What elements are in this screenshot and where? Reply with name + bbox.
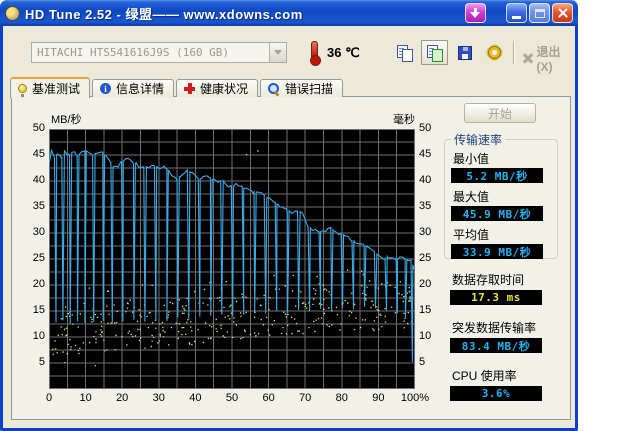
copy-image-icon xyxy=(427,45,443,62)
left-axis-tick: 10 xyxy=(32,330,45,342)
close-button[interactable] xyxy=(552,3,573,23)
copy-button[interactable] xyxy=(391,40,418,65)
stat-label: 最小值 xyxy=(453,152,490,166)
drive-select-dropdown-button[interactable] xyxy=(269,43,286,62)
temperature-value: 36 ℃ xyxy=(327,45,360,60)
stat-readout: 83.4 MB/秒 xyxy=(450,338,542,353)
x-axis-tick: 60 xyxy=(262,392,275,404)
left-axis-tick: 30 xyxy=(32,226,45,238)
stat-readout: 17.3 ms xyxy=(450,290,542,305)
right-axis-tick: 5 xyxy=(419,356,426,368)
close-icon xyxy=(557,7,569,19)
x-axis-tick: 50 xyxy=(225,392,239,404)
tab-label: 基准测试 xyxy=(32,82,81,96)
exit-label: 退出(X) xyxy=(536,45,561,74)
chevron-down-icon xyxy=(274,50,282,55)
health-cross-icon xyxy=(184,83,196,94)
benchmark-chart xyxy=(48,129,415,389)
start-button[interactable]: 开始 xyxy=(464,103,536,123)
options-button[interactable] xyxy=(481,40,508,65)
options-icon xyxy=(488,46,501,59)
right-axis-tick: 30 xyxy=(419,226,432,238)
right-axis-title: 毫秒 xyxy=(393,114,415,126)
tab-info[interactable]: i 信息详情 xyxy=(92,79,175,97)
stat-label: CPU 使用率 xyxy=(452,369,517,383)
benchmark-tab-page: MB/秒 毫秒 开始 传输速率 最小值 5.2 MB/秒 最大值 45.9 MB/秒平… xyxy=(11,96,571,420)
right-axis-tick: 40 xyxy=(419,174,432,186)
titlebar[interactable]: HD Tune 2.52 - 绿盟—— www.xdowns.com xyxy=(0,0,578,26)
magnifier-icon xyxy=(268,82,280,95)
tab-bar: 基准测试 i 信息详情 健康状况 错误扫描 xyxy=(10,77,344,98)
save-button[interactable] xyxy=(451,40,478,65)
window-title: HD Tune 2.52 - 绿盟—— www.xdowns.com xyxy=(25,6,303,22)
x-axis-tick: 70 xyxy=(299,392,312,404)
x-axis-tick: 90 xyxy=(372,392,385,404)
minimize-button[interactable] xyxy=(506,3,527,23)
left-axis-title: MB/秒 xyxy=(51,114,82,126)
right-axis-tick: 25 xyxy=(419,252,432,264)
stat-label: 数据存取时间 xyxy=(452,273,525,287)
stat-readout: 3.6% xyxy=(450,386,542,401)
desktop-background: HD Tune 2.52 - 绿盟—— www.xdowns.com HITAC… xyxy=(0,0,640,431)
x-axis-tick: 100% xyxy=(400,392,430,404)
tab-lightbulb[interactable]: 基准测试 xyxy=(10,77,91,98)
stat-readout: 33.9 MB/秒 xyxy=(451,244,543,259)
right-axis-tick: 50 xyxy=(419,122,432,134)
left-axis-tick: 20 xyxy=(32,278,45,290)
stat-label: 突发数据传输率 xyxy=(452,321,537,335)
tab-magnifier[interactable]: 错误扫描 xyxy=(260,79,344,97)
exit-x-icon xyxy=(522,53,534,65)
x-axis-tick: 40 xyxy=(189,392,202,404)
info-icon: i xyxy=(100,83,112,94)
x-axis-tick: 80 xyxy=(335,392,348,404)
drive-select-value: HITACHI HTS541616J9S (160 GB) xyxy=(37,46,230,59)
tab-label: 信息详情 xyxy=(116,82,165,96)
stat-label: 最大值 xyxy=(453,190,490,204)
maximize-button[interactable] xyxy=(529,3,550,23)
tab-health-cross[interactable]: 健康状况 xyxy=(176,79,259,97)
right-axis-tick: 15 xyxy=(419,304,432,316)
copy-icon xyxy=(397,45,413,62)
maximize-icon xyxy=(534,8,545,18)
left-axis-tick: 50 xyxy=(32,122,45,134)
app-icon xyxy=(5,5,20,21)
tab-label: 错误扫描 xyxy=(285,82,334,96)
stat-readout: 5.2 MB/秒 xyxy=(451,168,543,183)
tab-label: 健康状况 xyxy=(200,82,249,96)
toolbar-separator xyxy=(513,41,515,64)
left-axis-tick: 35 xyxy=(32,200,45,212)
left-axis-tick: 5 xyxy=(38,356,45,368)
right-axis-tick: 10 xyxy=(419,330,432,342)
right-axis-tick: 20 xyxy=(419,278,432,290)
minimize-icon xyxy=(512,16,521,19)
lightbulb-icon xyxy=(18,84,27,97)
chart-plot-area xyxy=(48,129,415,389)
x-axis-tick: 30 xyxy=(152,392,165,404)
toolbar-buttons xyxy=(391,40,508,65)
down-arrow-icon xyxy=(470,7,481,19)
exit-button[interactable]: 退出(X) xyxy=(522,43,575,74)
x-axis-tick: 0 xyxy=(45,392,53,404)
save-icon xyxy=(457,45,472,60)
drive-select[interactable]: HITACHI HTS541616J9S (160 GB) xyxy=(31,42,287,63)
x-axis-tick: 10 xyxy=(79,392,92,404)
transfer-rate-group: 传输速率 最小值 5.2 MB/秒 最大值 45.9 MB/秒 平均值 33.9 MB/秒 xyxy=(444,131,558,259)
titlebar-buttons xyxy=(465,3,573,23)
thermometer-icon xyxy=(310,41,321,66)
left-axis-tick: 15 xyxy=(32,304,45,316)
copy-image-button[interactable] xyxy=(421,40,448,65)
transfer-rate-group-title: 传输速率 xyxy=(454,133,503,147)
extra-stats: 数据存取时间 17.3 ms 突发数据传输率 83.4 MB/秒 CPU 使用率 3.6% xyxy=(444,263,564,401)
x-axis-tick: 20 xyxy=(116,392,129,404)
download-button[interactable] xyxy=(465,3,486,23)
right-axis-tick: 35 xyxy=(419,200,432,212)
left-axis-tick: 40 xyxy=(32,174,45,186)
hdtune-window: HD Tune 2.52 - 绿盟—— www.xdowns.com HITAC… xyxy=(0,0,578,431)
right-axis-tick: 45 xyxy=(419,148,432,160)
stat-label: 平均值 xyxy=(453,228,490,242)
left-axis-tick: 45 xyxy=(32,148,45,160)
left-axis-tick: 25 xyxy=(32,252,45,264)
stat-readout: 45.9 MB/秒 xyxy=(451,206,543,221)
